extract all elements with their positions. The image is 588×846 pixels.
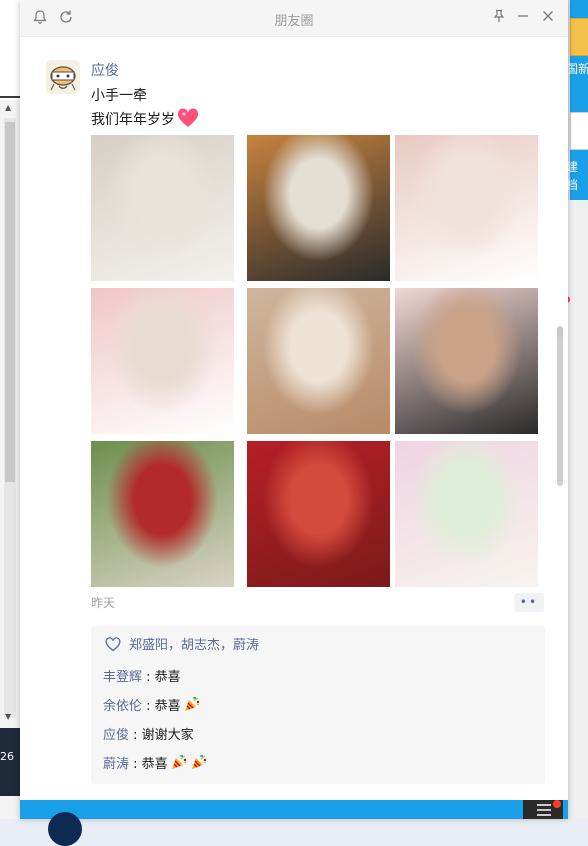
comment-row[interactable]: 蔚涛 : 恭喜 xyxy=(103,753,208,775)
background-divider xyxy=(0,96,20,98)
moments-window: 朋友圈 应俊 小手一牵 我们年年岁岁 昨天 •• 郑盛阳，胡志杰，蔚涛 丰登辉 … xyxy=(20,0,568,846)
comment-author[interactable]: 余依伦 xyxy=(103,699,142,714)
photo-thumbnail[interactable] xyxy=(91,441,234,587)
likes-row: 郑盛阳，胡志杰，蔚涛 xyxy=(105,634,259,653)
photo-thumbnail[interactable] xyxy=(395,441,538,587)
party-popper-icon xyxy=(190,753,208,775)
post-text-line-2-text: 我们年年岁岁 xyxy=(91,112,175,128)
bottom-bar xyxy=(20,800,568,846)
photo-thumbnail[interactable] xyxy=(91,288,234,434)
heart-emoji-icon xyxy=(177,108,199,132)
comment-text: 恭喜 xyxy=(141,757,168,772)
moments-feed[interactable]: 应俊 小手一牵 我们年年岁岁 昨天 •• 郑盛阳，胡志杰，蔚涛 丰登辉 : 恭喜… xyxy=(20,36,568,800)
comment-colon: : xyxy=(142,670,155,685)
close-icon[interactable] xyxy=(539,9,557,27)
comment-row[interactable]: 余依伦 : 恭喜 xyxy=(103,695,201,717)
scroll-up-icon[interactable]: ▲ xyxy=(5,103,11,112)
post-time: 昨天 xyxy=(91,596,116,610)
background-taskbar-clock: 26 xyxy=(0,728,20,796)
photo-thumbnail[interactable] xyxy=(395,135,538,281)
more-actions-button[interactable]: •• xyxy=(514,593,544,612)
desktop-right: 国新 建 档 xyxy=(563,0,588,819)
photo-thumbnail[interactable] xyxy=(247,441,390,587)
comment-colon: : xyxy=(129,728,142,743)
comment-text: 谢谢大家 xyxy=(141,728,194,743)
pin-icon[interactable] xyxy=(490,9,508,27)
comments-panel: 郑盛阳，胡志杰，蔚涛 丰登辉 : 恭喜 余依伦 : 恭喜 应俊 : 谢谢大家 蔚… xyxy=(91,626,545,784)
menu-icon xyxy=(537,804,551,806)
photo-thumbnail[interactable] xyxy=(247,135,390,281)
menu-notification-dot xyxy=(553,800,561,808)
post-text-line-1: 小手一牵 xyxy=(91,88,147,104)
comment-colon: : xyxy=(142,699,155,714)
title-bar[interactable]: 朋友圈 xyxy=(20,0,568,37)
comment-author[interactable]: 应俊 xyxy=(103,728,129,743)
photo-thumbnail[interactable] xyxy=(91,135,234,281)
comment-colon: : xyxy=(129,757,142,772)
party-popper-icon xyxy=(170,753,188,775)
background-window-right xyxy=(566,200,588,819)
comment-author[interactable]: 丰登辉 xyxy=(103,670,142,685)
avatar[interactable] xyxy=(46,60,80,94)
feed-scrollbar-thumb[interactable] xyxy=(557,336,563,486)
comment-row[interactable]: 应俊 : 谢谢大家 xyxy=(103,724,194,743)
post-author[interactable]: 应俊 xyxy=(91,60,119,80)
comment-text: 恭喜 xyxy=(154,699,181,714)
comment-author[interactable]: 蔚涛 xyxy=(103,757,129,772)
background-window-left: ▲ ▼ 26 xyxy=(0,0,20,819)
photo-grid xyxy=(91,135,538,587)
photo-thumbnail[interactable] xyxy=(395,288,538,434)
background-panel xyxy=(0,0,20,100)
party-popper-icon xyxy=(183,695,201,717)
liker-names[interactable]: 郑盛阳，胡志杰，蔚涛 xyxy=(129,638,259,653)
bottom-avatar[interactable] xyxy=(48,812,82,846)
comment-row[interactable]: 丰登辉 : 恭喜 xyxy=(103,666,181,685)
document-icon[interactable] xyxy=(570,112,588,150)
background-number: 26 xyxy=(0,750,14,763)
background-scrollbar-thumb[interactable] xyxy=(5,122,15,482)
heart-outline-icon xyxy=(105,637,129,653)
desktop-label-1: 国新 xyxy=(566,62,588,76)
minimize-icon[interactable] xyxy=(514,9,532,27)
folder-icon[interactable] xyxy=(570,18,588,56)
photo-thumbnail[interactable] xyxy=(247,288,390,434)
scroll-down-icon[interactable]: ▼ xyxy=(5,712,11,721)
post-text-line-2: 我们年年岁岁 xyxy=(91,108,199,132)
comment-text: 恭喜 xyxy=(154,670,181,685)
window-title: 朋友圈 xyxy=(274,14,314,29)
